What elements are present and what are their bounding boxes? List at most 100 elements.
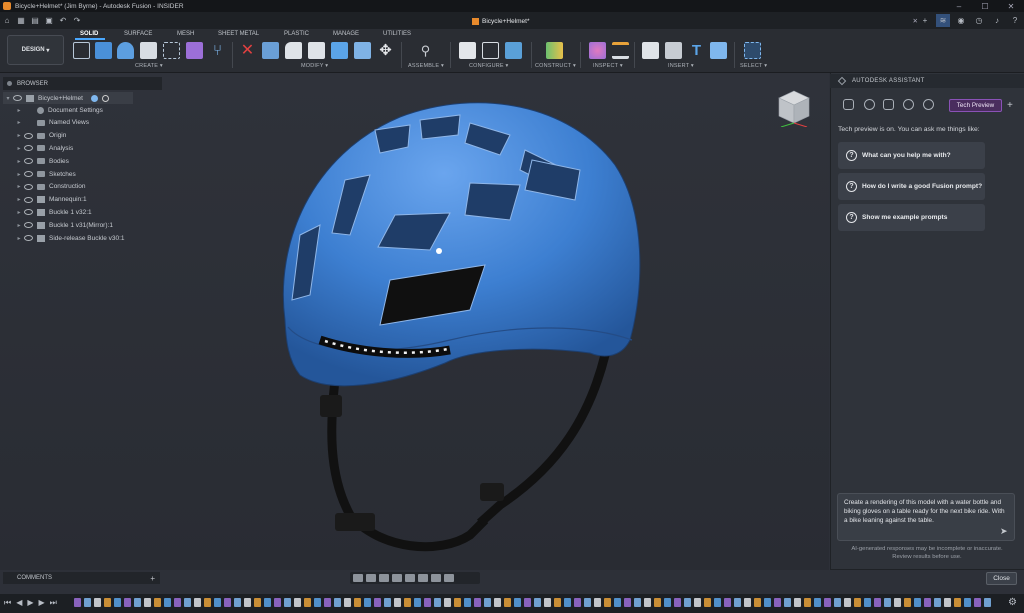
- tab-mesh[interactable]: MESH: [177, 31, 194, 37]
- timeline-feature[interactable]: [224, 598, 231, 607]
- timeline-feature[interactable]: [164, 598, 171, 607]
- timeline-feature[interactable]: [834, 598, 841, 607]
- timeline-feature[interactable]: [714, 598, 721, 607]
- delete-icon[interactable]: ✕: [239, 42, 256, 59]
- timeline-end-icon[interactable]: ⏭: [50, 598, 57, 608]
- timeline-feature[interactable]: [234, 598, 241, 607]
- timeline-feature[interactable]: [814, 598, 821, 607]
- new-sketch-icon[interactable]: [73, 42, 90, 59]
- table-icon[interactable]: [482, 42, 499, 59]
- tab-manage[interactable]: MANAGE: [333, 31, 359, 37]
- assistant-settings-icon[interactable]: [923, 99, 934, 110]
- expand-icon[interactable]: ▸: [14, 171, 24, 178]
- timeline-feature[interactable]: [184, 598, 191, 607]
- browser-item[interactable]: ▸ Analysis: [14, 142, 174, 154]
- timeline-feature[interactable]: [884, 598, 891, 607]
- browser-item[interactable]: ▸ Side-release Buckle v30:1: [14, 232, 174, 244]
- expand-icon[interactable]: ▸: [14, 235, 24, 242]
- timeline-feature[interactable]: [574, 598, 581, 607]
- timeline-feature[interactable]: [844, 598, 851, 607]
- timeline-feature[interactable]: [134, 598, 141, 607]
- timeline-feature[interactable]: [104, 598, 111, 607]
- timeline-feature[interactable]: [454, 598, 461, 607]
- help-icon[interactable]: ?: [1008, 14, 1022, 27]
- timeline-feature[interactable]: [174, 598, 181, 607]
- visibility-icon[interactable]: [24, 183, 33, 190]
- add-comment-icon[interactable]: +: [150, 574, 155, 583]
- timeline-feature[interactable]: [444, 598, 451, 607]
- timeline-feature[interactable]: [954, 598, 961, 607]
- timeline-feature[interactable]: [544, 598, 551, 607]
- timeline-feature[interactable]: [614, 598, 621, 607]
- timeline-feature[interactable]: [304, 598, 311, 607]
- timeline-feature[interactable]: [154, 598, 161, 607]
- group-construct[interactable]: CONSTRUCT ▾: [535, 63, 576, 69]
- visibility-icon[interactable]: [24, 145, 33, 152]
- timeline-feature[interactable]: [404, 598, 411, 607]
- expand-icon[interactable]: ▸: [14, 145, 24, 152]
- timeline-feature[interactable]: [684, 598, 691, 607]
- zoom-icon[interactable]: [392, 574, 402, 582]
- timeline-feature[interactable]: [824, 598, 831, 607]
- group-select[interactable]: SELECT ▾: [740, 63, 767, 69]
- insert-derive-icon[interactable]: [642, 42, 659, 59]
- job-status-icon[interactable]: ◷: [972, 14, 986, 27]
- form-icon[interactable]: [186, 42, 203, 59]
- timeline-feature[interactable]: [984, 598, 991, 607]
- timeline-feature[interactable]: [394, 598, 401, 607]
- helmet-model[interactable]: [270, 95, 650, 555]
- workspace-switcher[interactable]: DESIGN ▾: [7, 35, 64, 65]
- group-insert[interactable]: INSERT ▾: [668, 63, 694, 69]
- timeline-feature[interactable]: [894, 598, 901, 607]
- timeline-play-icon[interactable]: ▶: [27, 598, 33, 608]
- tab-sheet-metal[interactable]: SHEET METAL: [218, 31, 259, 37]
- timeline-feature[interactable]: [94, 598, 101, 607]
- browser-item[interactable]: ▸ Origin: [14, 130, 174, 142]
- group-configure[interactable]: CONFIGURE ▾: [469, 63, 509, 69]
- timeline-settings-icon[interactable]: ⚙: [1008, 597, 1017, 608]
- look-at-icon[interactable]: [366, 574, 376, 582]
- timeline-feature[interactable]: [664, 598, 671, 607]
- display-settings-icon[interactable]: [418, 574, 428, 582]
- move-copy-icon[interactable]: ✥: [377, 42, 394, 59]
- tab-plastic[interactable]: PLASTIC: [284, 31, 309, 37]
- measure-icon[interactable]: [612, 42, 629, 59]
- home-icon[interactable]: ⌂: [0, 14, 14, 27]
- offset-plane-icon[interactable]: [546, 42, 563, 59]
- timeline-feature[interactable]: [194, 598, 201, 607]
- timeline-feature[interactable]: [924, 598, 931, 607]
- assistant-input[interactable]: Create a rendering of this model with a …: [837, 493, 1015, 541]
- history-icon[interactable]: [903, 99, 914, 110]
- timeline-feature[interactable]: [334, 598, 341, 607]
- browser-root[interactable]: ▾ Bicycle+Helmet: [3, 92, 133, 104]
- new-chat-icon[interactable]: +: [1007, 100, 1013, 111]
- viewports-icon[interactable]: [444, 574, 454, 582]
- timeline-feature[interactable]: [114, 598, 121, 607]
- timeline-feature[interactable]: [344, 598, 351, 607]
- visibility-icon[interactable]: [24, 235, 33, 241]
- timeline-feature[interactable]: [464, 598, 471, 607]
- align-icon[interactable]: [354, 42, 371, 59]
- file-menu-icon[interactable]: ▤: [28, 14, 42, 27]
- timeline-feature[interactable]: [514, 598, 521, 607]
- timeline-feature[interactable]: [584, 598, 591, 607]
- document-tab[interactable]: Bicycle+Helmet* ✕: [472, 14, 918, 28]
- timeline-feature[interactable]: [774, 598, 781, 607]
- visibility-icon[interactable]: [24, 196, 33, 203]
- timeline-feature[interactable]: [124, 598, 131, 607]
- timeline[interactable]: ⏮ ◀ ▶ ▶ ⏭ ⚙: [0, 594, 1024, 613]
- undo-icon[interactable]: ↶: [56, 14, 70, 27]
- timeline-feature[interactable]: [854, 598, 861, 607]
- rectangular-pattern-icon[interactable]: [163, 42, 180, 59]
- timeline-feature[interactable]: [644, 598, 651, 607]
- group-inspect[interactable]: INSPECT ▾: [593, 63, 623, 69]
- move-icon[interactable]: [331, 42, 348, 59]
- group-assemble[interactable]: ASSEMBLE ▾: [408, 63, 444, 69]
- fit-icon[interactable]: [405, 574, 415, 582]
- timeline-feature[interactable]: [474, 598, 481, 607]
- timeline-feature[interactable]: [484, 598, 491, 607]
- expand-icon[interactable]: ▸: [14, 196, 24, 203]
- insert-mesh-icon[interactable]: [665, 42, 682, 59]
- box-icon[interactable]: [140, 42, 157, 59]
- chat-icon[interactable]: [843, 99, 854, 110]
